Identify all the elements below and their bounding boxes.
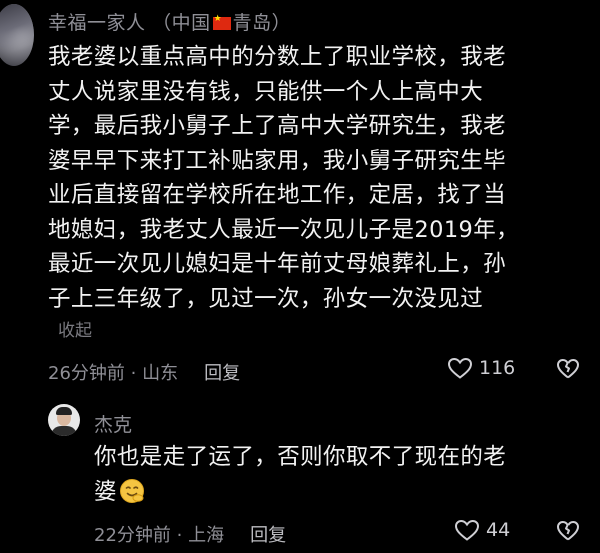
- reply-button[interactable]: 回复: [204, 363, 240, 384]
- heart-icon: [447, 357, 473, 379]
- comment-line: 业后直接留在学校所在地工作，定居，找了当: [48, 182, 507, 208]
- china-flag-icon: [212, 14, 231, 30]
- avatar-image: [51, 426, 77, 436]
- avatar-image: [56, 407, 72, 415]
- broken-heart-icon[interactable]: [556, 357, 580, 381]
- comment-line: 子上三年级了，见过一次，孙女一次没见过: [48, 285, 484, 312]
- comment-meta: 22分钟前 · 上海 回复: [94, 521, 286, 547]
- comment-line: 你也是走了运了，否则你取不了现在的老: [94, 444, 507, 470]
- username[interactable]: 幸福一家人: [48, 12, 146, 34]
- reply-button[interactable]: 回复: [250, 525, 286, 546]
- username[interactable]: 杰克: [94, 410, 132, 437]
- timestamp-location: 26分钟前 · 山东: [48, 363, 179, 384]
- heart-icon: [454, 519, 480, 541]
- avatar[interactable]: [48, 404, 80, 436]
- comment-line: 丈人说家里没有钱，只能供一个人上高中大: [48, 78, 484, 105]
- thinking-smile-emoji-icon: [119, 478, 144, 503]
- comment-text: 我老婆以重点高中的分数上了职业学校，我老 丈人说家里没有钱，只能供一个人上高中大…: [48, 40, 596, 316]
- avatar-image: [0, 4, 34, 66]
- comment-text: 你也是走了运了，否则你取不了现在的老 婆: [94, 440, 594, 509]
- comment-author-line: 幸福一家人 （中国青岛）: [48, 8, 291, 35]
- timestamp-location: 22分钟前 · 上海: [94, 525, 225, 546]
- like-count: 44: [486, 519, 511, 541]
- comment-line-with-emoji: 婆: [94, 475, 594, 510]
- location-prefix: （中国: [152, 12, 211, 34]
- broken-heart-icon[interactable]: [556, 519, 580, 543]
- location-suffix: 青岛）: [232, 12, 292, 34]
- comment-line: 最近一次见儿媳妇是十年前丈母娘葬礼上，孙: [48, 251, 507, 277]
- comment-line: 学，最后我小舅子上了高中大学研究生，我老: [48, 113, 507, 139]
- like-button[interactable]: 116: [447, 356, 515, 380]
- collapse-button[interactable]: 收起: [58, 316, 92, 341]
- comment-line: 婆早早下来打工补贴家用，我小舅子研究生毕: [48, 147, 507, 174]
- comment-thread: 幸福一家人 （中国青岛） 我老婆以重点高中的分数上了职业学校，我老 丈人说家里没…: [0, 0, 600, 553]
- like-button[interactable]: 44: [454, 518, 510, 542]
- like-count: 116: [479, 357, 516, 379]
- comment-line: 地媳妇，我老丈人最近一次见儿子是2019年，: [48, 216, 520, 243]
- comment-meta: 26分钟前 · 山东 回复: [48, 359, 240, 385]
- avatar[interactable]: [0, 4, 34, 66]
- comment-line: 我老婆以重点高中的分数上了职业学校，我老: [48, 44, 507, 70]
- comment-line: 婆: [94, 478, 117, 505]
